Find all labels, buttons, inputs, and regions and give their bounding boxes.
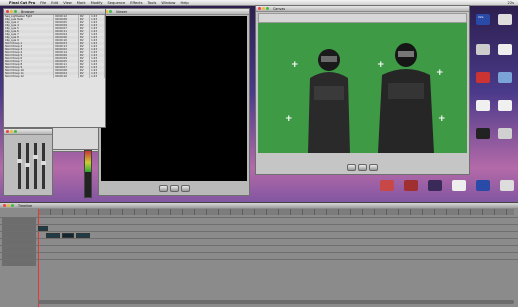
browser-row[interactable]: Stormtroop 12 00:00:10 DV 1:23 xyxy=(4,75,105,78)
stormtrooper-figure-left xyxy=(308,49,350,153)
desktop-icon-app-1[interactable] xyxy=(380,180,394,191)
tracking-marker-icon: + xyxy=(291,60,299,70)
tracking-marker-icon: + xyxy=(285,114,293,124)
browser-cell: DV xyxy=(78,75,91,78)
timeline-titlebar[interactable]: Timeline xyxy=(0,203,518,208)
timeline-scrollbar[interactable] xyxy=(38,300,514,304)
forward-icon[interactable] xyxy=(180,184,190,192)
viewer-window[interactable]: Viewer xyxy=(98,8,250,196)
audio-fader-1[interactable] xyxy=(17,143,22,189)
timeline-window[interactable]: Timeline xyxy=(0,202,518,307)
timeline-ruler[interactable] xyxy=(38,209,514,215)
menu-item-help[interactable]: Help xyxy=(181,1,189,5)
zoom-icon[interactable] xyxy=(11,204,14,207)
menu-item-edit[interactable]: Edit xyxy=(51,1,58,5)
audio-mixer-titlebar[interactable] xyxy=(4,129,52,135)
play-icon[interactable] xyxy=(358,163,367,171)
desktop-icon-file[interactable] xyxy=(476,100,490,111)
menu-item-view[interactable]: View xyxy=(63,1,72,5)
menu-item-tools[interactable]: Tools xyxy=(147,1,156,5)
minimize-icon[interactable] xyxy=(7,204,10,207)
desktop-icon-clip-3[interactable] xyxy=(500,180,514,191)
menu-item-sequence[interactable]: Sequence xyxy=(108,1,126,5)
forward-icon[interactable] xyxy=(369,163,378,171)
minimize-icon[interactable] xyxy=(262,7,265,10)
menu-item-app[interactable]: Final Cut Pro xyxy=(9,1,35,5)
audio-track-4[interactable] xyxy=(0,259,518,267)
viewer-video-area[interactable] xyxy=(101,16,247,181)
audio-level-meter xyxy=(84,150,92,198)
desktop-icon-clip[interactable] xyxy=(452,180,466,191)
canvas-transport xyxy=(256,161,469,173)
desktop-icon-label: 22s xyxy=(478,15,484,19)
canvas-window[interactable]: Canvas + + + + + xyxy=(255,5,470,175)
desktop-icon-pdf[interactable] xyxy=(476,72,490,83)
desktop-icon-trash[interactable] xyxy=(498,128,512,139)
menubar-clock[interactable]: 22s xyxy=(508,1,514,5)
canvas-title: Canvas xyxy=(273,6,286,11)
canvas-toolbar xyxy=(258,13,467,23)
stormtrooper-figure-right xyxy=(378,43,434,153)
viewer-title: Viewer xyxy=(116,9,128,14)
audio-fader-4[interactable] xyxy=(41,143,46,189)
desktop-icon-file-2[interactable] xyxy=(498,100,512,111)
tracking-marker-icon: + xyxy=(436,68,444,78)
menu-item-window[interactable]: Window xyxy=(161,1,175,5)
browser-cell: 00:00:10 xyxy=(53,75,79,78)
minimize-icon[interactable] xyxy=(10,10,13,13)
audio-fader-2[interactable] xyxy=(25,143,30,189)
greenscreen-video-frame[interactable]: + + + + + xyxy=(258,23,467,153)
desktop-icon-app-2[interactable] xyxy=(404,180,418,191)
menu-item-file[interactable]: File xyxy=(40,1,46,5)
rewind-icon[interactable] xyxy=(347,163,356,171)
audio-mixer-window[interactable] xyxy=(3,128,53,196)
zoom-icon[interactable] xyxy=(266,7,269,10)
browser-table: Seq_Lightsaber Fight 00:00:12 DV 1:23 Clip_L… xyxy=(4,15,105,78)
viewer-titlebar[interactable]: Viewer xyxy=(99,9,249,15)
canvas-titlebar[interactable]: Canvas xyxy=(256,6,469,12)
desktop-icon-clip-2[interactable] xyxy=(476,180,490,191)
close-icon[interactable] xyxy=(258,7,261,10)
close-icon[interactable] xyxy=(3,204,6,207)
viewer-transport xyxy=(99,182,249,194)
close-icon[interactable] xyxy=(6,10,9,13)
desktop-icon-doc[interactable] xyxy=(498,44,512,55)
menu-item-effects[interactable]: Effects xyxy=(130,1,142,5)
desktop-icon-camera[interactable] xyxy=(498,14,512,25)
zoom-icon[interactable] xyxy=(14,10,17,13)
play-icon[interactable] xyxy=(169,184,179,192)
desktop-icon-app-3[interactable] xyxy=(428,180,442,191)
zoom-icon[interactable] xyxy=(14,130,17,133)
desktop-icon-hd[interactable] xyxy=(476,44,490,55)
timeline-title: Timeline xyxy=(18,203,33,208)
menu-item-mark[interactable]: Mark xyxy=(77,1,86,5)
desktop-icon-movie[interactable] xyxy=(476,128,490,139)
zoom-icon[interactable] xyxy=(109,10,112,13)
track-header[interactable] xyxy=(2,260,36,266)
desktop-icon-folder[interactable] xyxy=(498,72,512,83)
browser-title: Browser xyxy=(21,9,35,14)
close-icon[interactable] xyxy=(6,130,9,133)
minimize-icon[interactable] xyxy=(10,130,13,133)
browser-window[interactable]: Browser Seq_Lightsaber Fight 00:00:12 DV 1:… xyxy=(3,8,106,128)
tracking-marker-icon: + xyxy=(438,114,446,124)
browser-cell: 1:23 xyxy=(89,75,105,78)
browser-cell: Stormtroop 12 xyxy=(4,75,55,78)
menu-item-modify[interactable]: Modify xyxy=(91,1,103,5)
rewind-icon[interactable] xyxy=(158,184,168,192)
audio-fader-3[interactable] xyxy=(33,143,38,189)
